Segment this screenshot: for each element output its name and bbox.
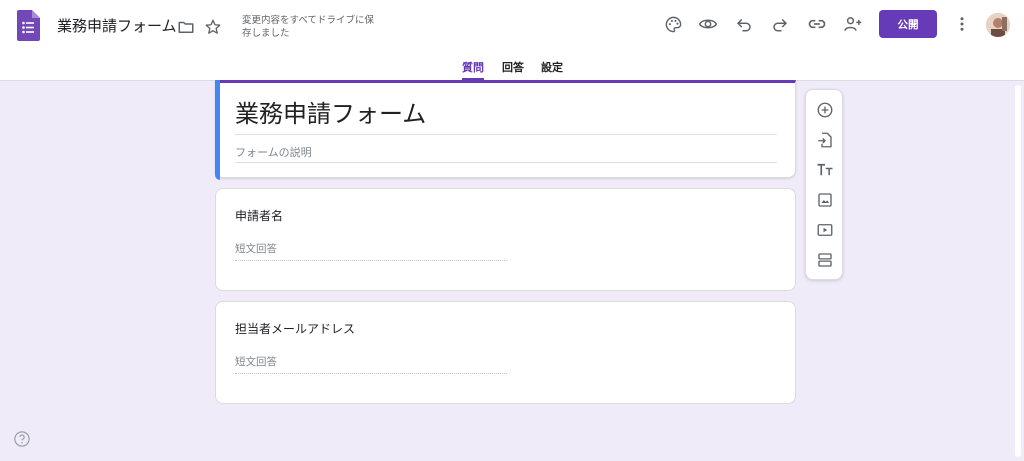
add-image-icon[interactable] xyxy=(815,190,835,210)
floating-toolbar xyxy=(805,89,843,280)
star-icon[interactable] xyxy=(202,16,224,38)
question-label: 申請者名 xyxy=(235,209,284,223)
document-title[interactable]: 業務申請フォーム xyxy=(57,16,177,36)
forms-logo-icon[interactable] xyxy=(17,10,40,41)
form-title-card[interactable]: 業務申請フォーム フォームの説明 xyxy=(215,80,796,180)
save-status-text: 変更内容をすべてドライブに保存しました xyxy=(242,15,374,39)
add-title-icon[interactable] xyxy=(815,160,835,180)
form-description-input[interactable]: フォームの説明 xyxy=(235,145,777,163)
question-card-contact-email[interactable]: 担当者メールアドレス 短文回答 xyxy=(215,301,796,404)
question-card-applicant-name[interactable]: 申請者名 短文回答 xyxy=(215,188,796,291)
undo-icon[interactable] xyxy=(733,13,755,35)
form-title-input[interactable]: 業務申請フォーム xyxy=(235,98,777,135)
page-scrollbar[interactable] xyxy=(1015,85,1021,458)
selected-card-indicator xyxy=(215,80,220,180)
publish-button[interactable]: 公開 xyxy=(879,10,937,38)
add-question-icon[interactable] xyxy=(815,100,835,120)
question-label: 担当者メールアドレス xyxy=(235,322,356,336)
link-icon[interactable] xyxy=(806,13,828,35)
app-header: 業務申請フォーム 変更内容をすべてドライブに保存しました 公開 質問 回答 設定 xyxy=(0,0,1024,81)
import-questions-icon[interactable] xyxy=(815,130,835,150)
folder-icon[interactable] xyxy=(175,16,197,38)
help-icon[interactable] xyxy=(13,430,31,448)
tab-bar: 質問 回答 設定 xyxy=(0,56,1024,81)
scrollbar-thumb[interactable] xyxy=(1015,85,1021,457)
tab-responses[interactable]: 回答 xyxy=(502,59,524,81)
preview-eye-icon[interactable] xyxy=(697,13,719,35)
add-collaborator-icon[interactable] xyxy=(842,13,864,35)
more-vert-icon[interactable] xyxy=(951,13,973,35)
tab-settings[interactable]: 設定 xyxy=(541,59,563,81)
palette-icon[interactable] xyxy=(662,13,684,35)
user-avatar[interactable] xyxy=(986,13,1010,37)
add-video-icon[interactable] xyxy=(815,220,835,240)
short-answer-field: 短文回答 xyxy=(235,241,507,261)
add-section-icon[interactable] xyxy=(815,250,835,270)
redo-icon[interactable] xyxy=(769,13,791,35)
short-answer-field: 短文回答 xyxy=(235,354,507,374)
tab-questions[interactable]: 質問 xyxy=(462,59,484,81)
